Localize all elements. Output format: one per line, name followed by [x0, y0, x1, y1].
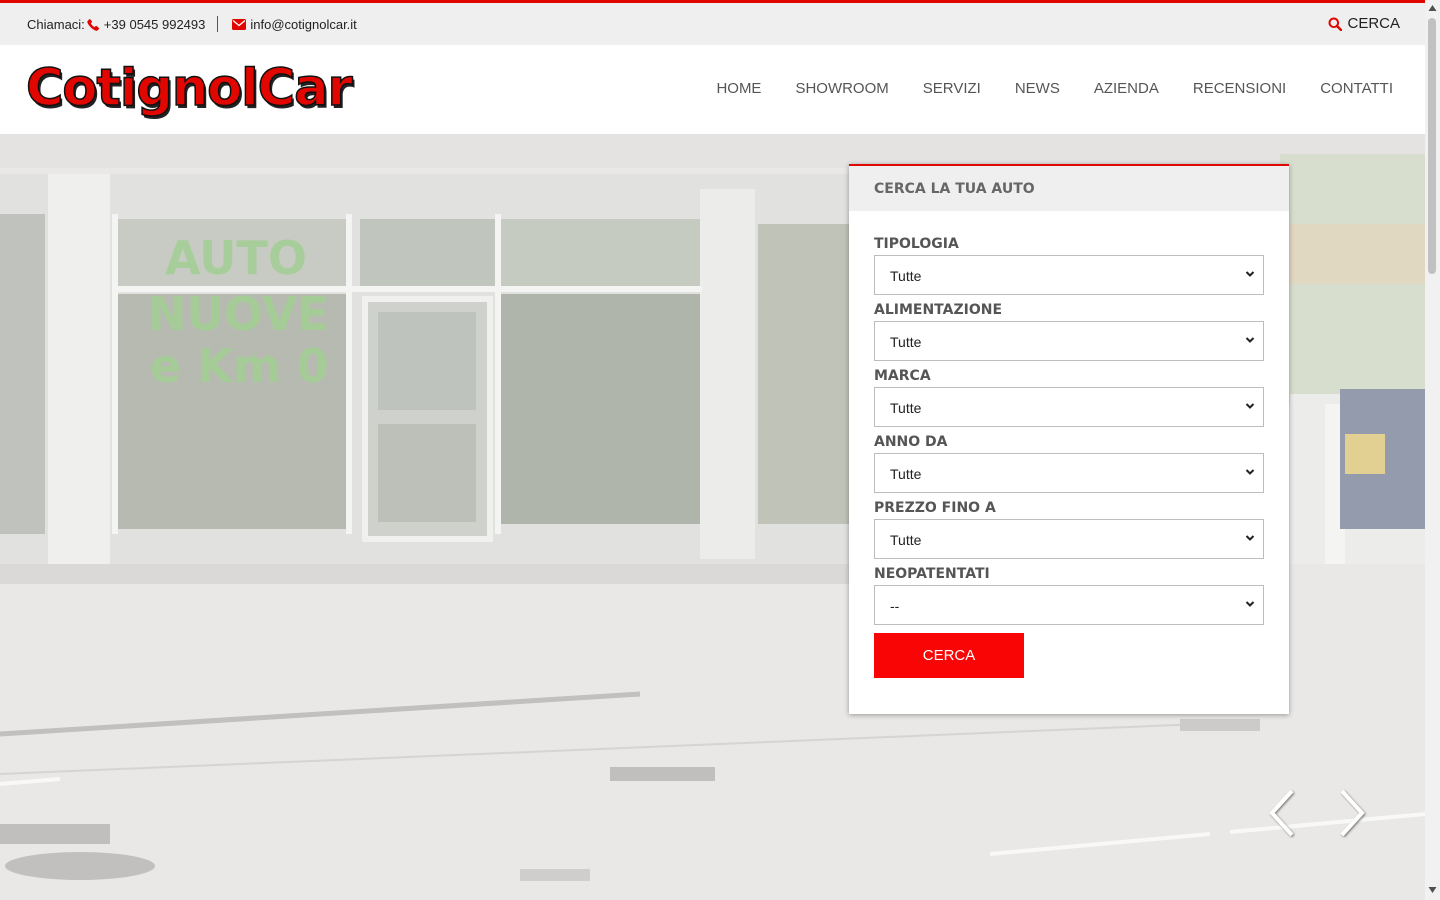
marca-select[interactable]: Tutte [874, 387, 1264, 427]
field-prezzo: PREZZO FINO A Tutte [874, 501, 1264, 559]
divider [217, 16, 219, 32]
anno-da-select[interactable]: Tutte [874, 453, 1264, 493]
select-value: Tutte [890, 532, 922, 548]
nav-recensioni[interactable]: RECENSIONI [1176, 80, 1303, 97]
search-icon [1328, 17, 1343, 31]
select-value: Tutte [890, 268, 922, 284]
select-value: Tutte [890, 334, 922, 350]
search-submit-button[interactable]: CERCA [874, 633, 1024, 678]
chevron-down-icon [1245, 269, 1255, 279]
site-header: CotignolCar HOME SHOWROOM SERVIZI NEWS A… [0, 45, 1425, 134]
chevron-left-icon[interactable] [1266, 788, 1300, 838]
scrollbar-thumb[interactable] [1428, 18, 1436, 274]
field-anno-da: ANNO DA Tutte [874, 435, 1264, 493]
top-search-label: CERCA [1347, 15, 1400, 32]
panel-body: TIPOLOGIA Tutte ALIMENTAZIONE Tutte MARC… [849, 211, 1289, 678]
nav-news[interactable]: NEWS [998, 80, 1077, 97]
chevron-down-icon [1245, 467, 1255, 477]
select-value: Tutte [890, 466, 922, 482]
tipologia-select[interactable]: Tutte [874, 255, 1264, 295]
chevron-down-icon [1245, 533, 1255, 543]
email-link[interactable]: info@cotignolcar.it [250, 17, 356, 32]
nav-azienda[interactable]: AZIENDA [1077, 80, 1176, 97]
site-logo[interactable]: CotignolCar [25, 58, 353, 119]
scroll-down-icon[interactable] [1428, 886, 1437, 894]
field-neopatentati: NEOPATENTATI -- [874, 567, 1264, 625]
nav-contatti[interactable]: CONTATTI [1303, 80, 1393, 97]
car-search-panel: CERCA LA TUA AUTO TIPOLOGIA Tutte ALIMEN… [849, 164, 1289, 714]
field-label: PREZZO FINO A [874, 500, 996, 516]
main-nav: HOME SHOWROOM SERVIZI NEWS AZIENDA RECEN… [699, 80, 1393, 97]
field-label: NEOPATENTATI [874, 566, 990, 582]
top-search-button[interactable]: CERCA [1328, 15, 1400, 32]
prezzo-select[interactable]: Tutte [874, 519, 1264, 559]
nav-servizi[interactable]: SERVIZI [906, 80, 998, 97]
chevron-down-icon [1245, 401, 1255, 411]
field-label: MARCA [874, 368, 931, 384]
field-alimentazione: ALIMENTAZIONE Tutte [874, 303, 1264, 361]
call-label: Chiamaci: [27, 16, 85, 32]
nav-home[interactable]: HOME [699, 80, 778, 97]
chevron-down-icon [1245, 599, 1255, 609]
chevron-down-icon [1245, 335, 1255, 345]
field-tipologia: TIPOLOGIA Tutte [874, 237, 1264, 295]
top-info-bar: Chiamaci: +39 0545 992493 info@cotignolc… [0, 0, 1425, 45]
neopatentati-select[interactable]: -- [874, 585, 1264, 625]
nav-showroom[interactable]: SHOWROOM [778, 80, 905, 97]
field-label: ALIMENTAZIONE [874, 302, 1003, 318]
envelope-icon [232, 18, 247, 30]
scroll-up-icon[interactable] [1428, 4, 1437, 12]
field-marca: MARCA Tutte [874, 369, 1264, 427]
phone-link[interactable]: +39 0545 992493 [104, 17, 206, 32]
select-value: -- [890, 598, 900, 614]
panel-title: CERCA LA TUA AUTO [849, 166, 1289, 211]
select-value: Tutte [890, 400, 922, 416]
chevron-right-icon[interactable] [1334, 788, 1368, 838]
field-label: TIPOLOGIA [874, 236, 959, 252]
page-scrollbar[interactable] [1425, 0, 1440, 900]
phone-icon [87, 18, 100, 31]
alimentazione-select[interactable]: Tutte [874, 321, 1264, 361]
field-label: ANNO DA [874, 434, 948, 450]
contact-info: Chiamaci: +39 0545 992493 info@cotignolc… [27, 16, 357, 32]
